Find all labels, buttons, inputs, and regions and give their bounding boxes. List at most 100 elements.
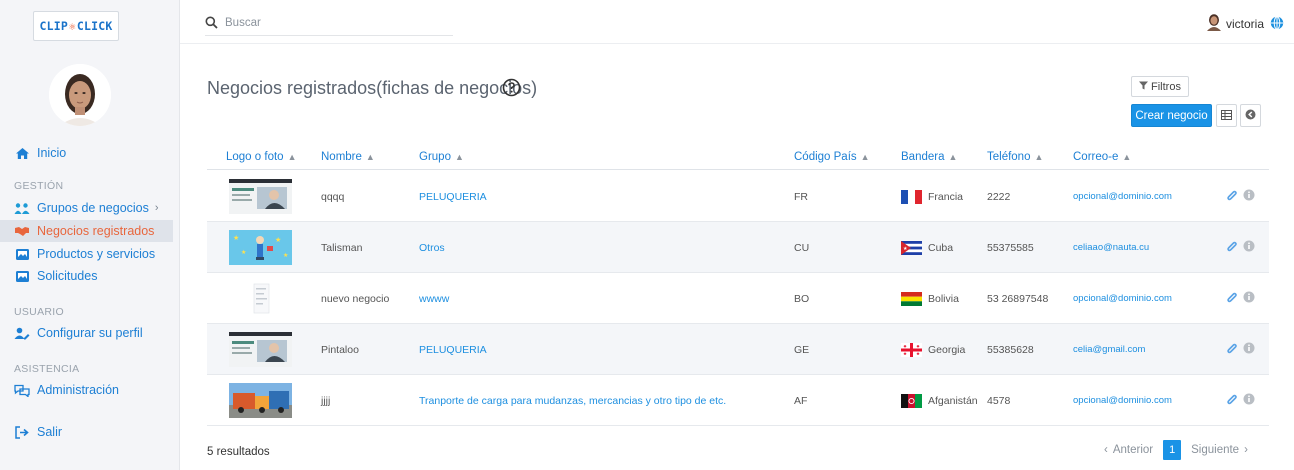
group-link[interactable]: wwww xyxy=(419,273,449,324)
sidebar-item-salir[interactable]: Salir xyxy=(0,421,173,443)
current-page-button[interactable]: 1 xyxy=(1163,440,1182,460)
business-name: jjjj xyxy=(321,394,331,407)
arrow-circle-left-icon xyxy=(1245,109,1256,123)
sidebar-item-productos[interactable]: Productos y servicios xyxy=(0,243,173,265)
images-icon xyxy=(14,247,30,261)
sort-icon: ▲︎ xyxy=(287,152,297,162)
filters-button[interactable]: Filtros xyxy=(1131,76,1189,97)
email-link[interactable]: opcional@dominio.com xyxy=(1073,171,1172,222)
svg-text:★: ★ xyxy=(903,246,908,252)
sidebar-item-label: Salir xyxy=(37,425,63,439)
svg-text:★: ★ xyxy=(275,236,281,244)
paperclip-icon[interactable] xyxy=(1226,393,1238,409)
paperclip-icon[interactable] xyxy=(1226,240,1238,256)
email-link[interactable]: opcional@dominio.com xyxy=(1073,375,1172,426)
pagination: ‹ Anterior 1 Siguiente › xyxy=(1104,440,1248,460)
table-row[interactable]: Pintaloo PELUQUERIA GE Georgia 55385628 … xyxy=(207,324,1269,375)
sort-icon: ▲︎ xyxy=(365,152,375,162)
georgia-flag-icon xyxy=(901,342,922,357)
column-header-nombre[interactable]: Nombre ▲︎ xyxy=(321,151,375,163)
table-row[interactable]: jjjj Tranporte de carga para mudanzas, m… xyxy=(207,375,1269,426)
header-label: Grupo xyxy=(419,151,451,163)
sidebar-item-inicio[interactable]: Inicio xyxy=(0,142,173,164)
search-icon[interactable] xyxy=(205,16,219,30)
table-view-button[interactable] xyxy=(1216,104,1237,127)
header-label: Teléfono xyxy=(987,151,1031,163)
sidebar-item-admin[interactable]: Administración xyxy=(0,379,173,401)
previous-page-link[interactable]: Anterior xyxy=(1113,444,1153,456)
page-title: Negocios registrados(fichas de negocios) xyxy=(207,78,538,98)
group-link[interactable]: PELUQUERIA xyxy=(419,324,487,375)
app-logo[interactable]: CLIP ⚛ CLICK xyxy=(33,11,119,41)
column-header-logo[interactable]: Logo o foto ▲︎ xyxy=(226,151,296,163)
user-edit-icon xyxy=(14,326,30,340)
section-label-gestion: GESTIÓN xyxy=(14,180,64,192)
search-box xyxy=(205,10,453,36)
username: victoria xyxy=(1225,17,1264,31)
profile-avatar[interactable] xyxy=(49,64,111,126)
sidebar-item-negocios[interactable]: Negocios registrados xyxy=(0,220,173,242)
search-input[interactable] xyxy=(225,16,445,29)
email-link[interactable]: opcional@dominio.com xyxy=(1073,273,1172,324)
column-header-correo[interactable]: Correo-e ▲︎ xyxy=(1073,151,1131,163)
info-icon[interactable] xyxy=(1243,240,1255,255)
group-link[interactable]: Tranporte de carga para mudanzas, mercan… xyxy=(419,375,726,426)
column-header-telefono[interactable]: Teléfono ▲︎ xyxy=(987,151,1043,163)
column-header-codigo[interactable]: Código País ▲︎ xyxy=(794,151,870,163)
next-page-link[interactable]: Siguiente xyxy=(1191,444,1239,456)
table-row[interactable]: ★ ★ ★ ★ Talisman Otros CU ★ Cuba 55375585 c… xyxy=(207,222,1269,273)
paperclip-icon[interactable] xyxy=(1226,189,1238,205)
sidebar-item-grupos[interactable]: Grupos de negocios › xyxy=(0,197,173,219)
paperclip-icon[interactable] xyxy=(1226,342,1238,358)
table-row[interactable]: nuevo negocio wwww BO Bolivia 53 2689754… xyxy=(207,273,1269,324)
info-icon[interactable] xyxy=(1243,189,1255,204)
help-icon[interactable] xyxy=(502,78,521,97)
header-label: Logo o foto xyxy=(226,151,284,163)
info-icon[interactable] xyxy=(1243,291,1255,306)
phone: 2222 xyxy=(987,190,1011,203)
paperclip-icon[interactable] xyxy=(1226,291,1238,307)
business-photo[interactable] xyxy=(229,281,292,316)
table-row[interactable]: qqqq PELUQUERIA FR Francia 2222 opcional… xyxy=(207,171,1269,222)
back-button[interactable] xyxy=(1240,104,1261,127)
home-icon xyxy=(14,146,30,160)
sidebar-item-perfil[interactable]: Configurar su perfil xyxy=(0,322,173,344)
country-flag-cell: Bolivia xyxy=(901,273,959,324)
afghanistan-flag-icon xyxy=(901,393,922,408)
email-link[interactable]: celiaao@nauta.cu xyxy=(1073,222,1149,273)
business-photo[interactable] xyxy=(229,383,292,418)
group-link[interactable]: PELUQUERIA xyxy=(419,171,487,222)
row-actions xyxy=(1226,375,1255,426)
create-business-button[interactable]: Crear negocio xyxy=(1131,104,1212,127)
business-photo[interactable]: ★ ★ ★ ★ xyxy=(229,230,292,265)
business-photo[interactable] xyxy=(229,332,292,367)
results-count: 5 resultados xyxy=(207,446,270,458)
info-icon[interactable] xyxy=(1243,342,1255,357)
info-icon[interactable] xyxy=(1243,393,1255,408)
globe-icon[interactable] xyxy=(1270,15,1284,33)
column-header-bandera[interactable]: Bandera ▲︎ xyxy=(901,151,957,163)
sidebar-item-label: Solicitudes xyxy=(37,269,98,283)
user-avatar-icon xyxy=(1206,14,1222,34)
email-link[interactable]: celia@gmail.com xyxy=(1073,324,1145,375)
business-photo[interactable] xyxy=(229,179,292,214)
sidebar-item-solicitudes[interactable]: Solicitudes xyxy=(0,265,173,287)
phone: 55385628 xyxy=(987,343,1034,356)
sign-out-icon xyxy=(14,425,30,439)
column-header-grupo[interactable]: Grupo ▲︎ xyxy=(419,151,464,163)
user-menu[interactable]: victoria xyxy=(1206,14,1284,34)
sidebar-item-label: Grupos de negocios xyxy=(37,201,149,215)
country-code: GE xyxy=(794,343,810,356)
bolivia-flag-icon xyxy=(901,291,922,306)
country-code: CU xyxy=(794,241,810,254)
country-name: Francia xyxy=(928,190,964,203)
top-bar: victoria xyxy=(180,0,1294,44)
header-label: Código País xyxy=(794,151,857,163)
chat-bubbles-icon xyxy=(14,383,30,397)
table-header: Logo o foto ▲︎ Nombre ▲︎ Grupo ▲︎ Código Pa… xyxy=(207,146,1269,170)
filter-icon xyxy=(1139,81,1149,93)
group-link[interactable]: Otros xyxy=(419,222,445,273)
svg-text:★: ★ xyxy=(241,249,246,256)
sort-icon: ▲︎ xyxy=(948,152,958,162)
business-name: qqqq xyxy=(321,190,345,203)
